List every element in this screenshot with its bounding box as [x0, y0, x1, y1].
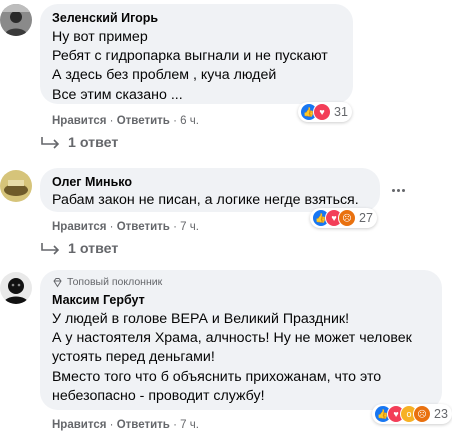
reaction-summary[interactable]: 👍 ♥ o ☹ 23: [372, 404, 452, 424]
like-link[interactable]: Нравится: [52, 115, 106, 127]
timestamp[interactable]: 6 ч.: [180, 115, 199, 127]
reaction-summary[interactable]: 👍 ♥ ☹ 27: [310, 208, 377, 228]
comment-author[interactable]: Максим Гербут: [52, 293, 145, 307]
reaction-summary[interactable]: 👍 ♥ 31: [298, 102, 352, 122]
timestamp[interactable]: 7 ч.: [180, 419, 199, 431]
comment-text: Рабам закон не писан, а логике негде взя…: [52, 192, 359, 208]
comment-text: устоять перед деньгами!: [52, 349, 215, 365]
reply-link[interactable]: Ответить: [117, 419, 170, 431]
comment-text: Все этим сказано ...: [52, 87, 183, 103]
view-replies-link[interactable]: 1 ответ: [40, 135, 118, 151]
love-icon: ♥: [313, 103, 331, 121]
comment-text: Вместо того что б объяснить прихожанам, …: [52, 369, 382, 385]
reply-link[interactable]: Ответить: [117, 221, 170, 233]
view-replies-link[interactable]: 1 ответ: [40, 241, 118, 257]
angry-icon: ☹: [413, 405, 431, 423]
comment-actions: Нравится · Ответить · 6 ч.: [52, 115, 199, 127]
comment-text: У людей в голове ВЕРА и Великий Праздник…: [52, 311, 350, 327]
diamond-icon: [53, 277, 62, 287]
like-link[interactable]: Нравится: [52, 221, 106, 233]
comment-actions: Нравится · Ответить · 7 ч.: [52, 419, 199, 431]
reaction-count: 27: [359, 211, 373, 225]
like-link[interactable]: Нравится: [52, 419, 106, 431]
avatar[interactable]: [0, 272, 32, 304]
reaction-count: 23: [434, 407, 448, 421]
comment-text: Ну вот пример: [52, 29, 148, 45]
comment-author[interactable]: Олег Минько: [52, 175, 132, 189]
avatar[interactable]: [0, 170, 32, 202]
comment-text: А здесь без проблем , куча людей: [52, 67, 277, 83]
avatar[interactable]: [0, 4, 32, 36]
comment-text: небезопасно - проводит службу!: [52, 388, 265, 404]
comment-text: А у настоятеля Храма, алчность! Ну не мо…: [52, 330, 412, 346]
comment-text: Ребят с гидропарка выгнали и не пускают: [52, 48, 328, 64]
angry-icon: ☹: [338, 209, 356, 227]
reply-arrow-icon: [41, 137, 60, 149]
comment-actions: Нравится · Ответить · 7 ч.: [52, 221, 199, 233]
more-options-icon[interactable]: [384, 176, 412, 204]
reply-link[interactable]: Ответить: [117, 115, 170, 127]
timestamp[interactable]: 7 ч.: [180, 221, 199, 233]
top-fan-badge[interactable]: Топовый поклонник: [52, 276, 162, 288]
comment-author[interactable]: Зеленский Игорь: [52, 11, 158, 25]
reply-arrow-icon: [41, 243, 60, 255]
reaction-count: 31: [334, 105, 348, 119]
